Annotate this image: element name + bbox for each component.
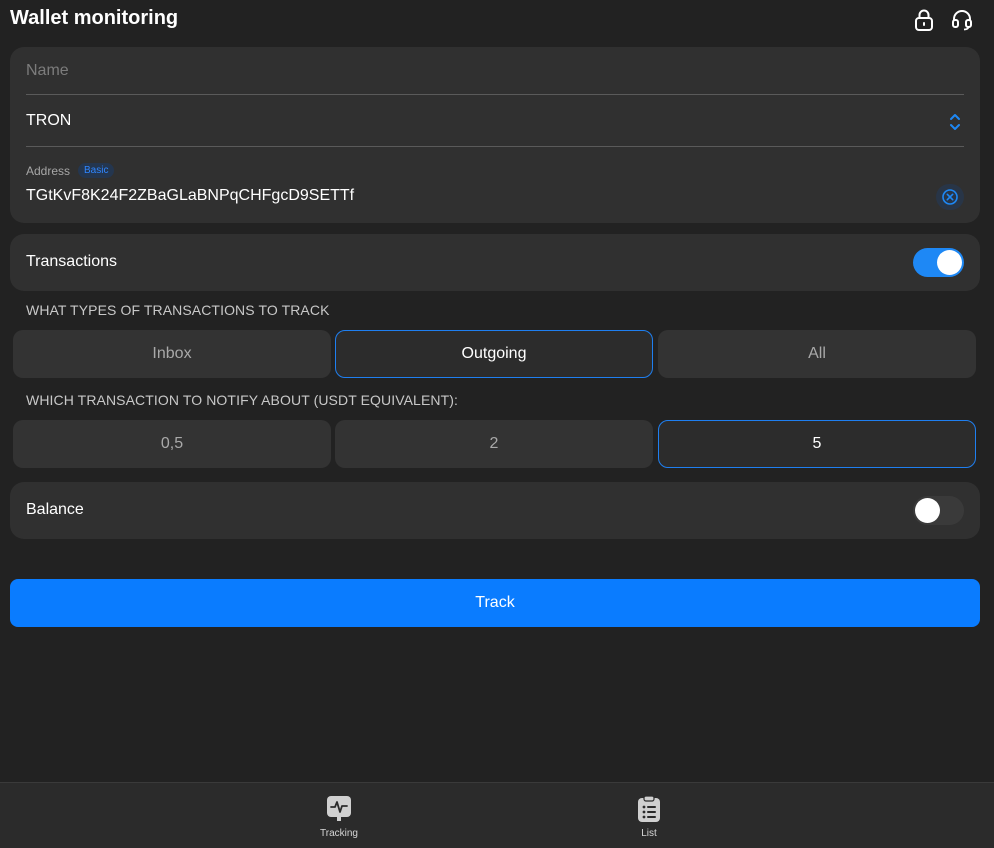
header: Wallet monitoring bbox=[0, 0, 994, 40]
balance-label: Balance bbox=[26, 501, 84, 518]
transactions-label: Transactions bbox=[26, 253, 117, 270]
address-label: Address bbox=[26, 164, 71, 178]
balance-card: Balance bbox=[10, 482, 980, 539]
address-input[interactable]: TGtKvF8K24F2ZBaGLaBNPqCHFgcD9SETTf bbox=[26, 187, 354, 205]
threshold-option-0-5[interactable]: 0,5 bbox=[13, 420, 331, 468]
bottom-nav: Tracking List bbox=[0, 782, 994, 848]
threshold-option-5[interactable]: 5 bbox=[658, 420, 976, 468]
nav-item-list[interactable]: List bbox=[589, 783, 709, 848]
type-option-outgoing[interactable]: Outgoing bbox=[335, 330, 653, 378]
track-button[interactable]: Track bbox=[10, 579, 980, 627]
divider bbox=[26, 146, 964, 147]
name-input[interactable] bbox=[26, 62, 964, 80]
nav-label-tracking: Tracking bbox=[320, 828, 358, 839]
network-value: TRON bbox=[26, 112, 72, 129]
type-option-inbox[interactable]: Inbox bbox=[13, 330, 331, 378]
clipboard-list-icon bbox=[638, 795, 660, 822]
address-type-badge: Basic bbox=[78, 163, 115, 178]
lock-icon[interactable] bbox=[913, 8, 935, 32]
wallet-monitoring-page: Wallet monitoring TRON bbox=[0, 0, 994, 848]
clear-icon bbox=[942, 189, 958, 205]
toggle-knob bbox=[915, 498, 940, 523]
network-select[interactable]: TRON bbox=[26, 111, 964, 139]
clear-address-button[interactable] bbox=[936, 184, 964, 210]
transaction-types-heading: WHAT TYPES OF TRANSACTIONS TO TRACK bbox=[26, 302, 330, 318]
transactions-card: Transactions bbox=[10, 234, 980, 291]
balance-toggle[interactable] bbox=[913, 496, 964, 525]
type-option-all[interactable]: All bbox=[658, 330, 976, 378]
transactions-toggle[interactable] bbox=[913, 248, 964, 277]
tracking-chart-icon bbox=[327, 796, 351, 821]
divider bbox=[26, 94, 964, 95]
nav-label-list: List bbox=[641, 828, 657, 839]
page-title: Wallet monitoring bbox=[10, 7, 179, 29]
nav-item-tracking[interactable]: Tracking bbox=[279, 783, 399, 848]
toggle-knob bbox=[937, 250, 962, 275]
wallet-form-card: TRON Address Basic TGtKvF8K24F2ZBaGLaBNP… bbox=[10, 47, 980, 223]
headset-icon[interactable] bbox=[951, 8, 973, 32]
notify-threshold-heading: WHICH TRANSACTION TO NOTIFY ABOUT (USDT … bbox=[26, 392, 458, 408]
chevron-updown-icon bbox=[950, 114, 960, 130]
threshold-option-2[interactable]: 2 bbox=[335, 420, 653, 468]
